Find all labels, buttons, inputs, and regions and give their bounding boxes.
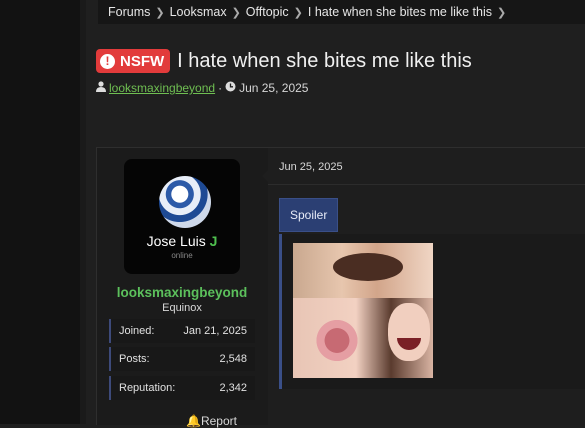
exclamation-icon: ! bbox=[100, 53, 115, 69]
thread-header: ! NSFW I hate when she bites me like thi… bbox=[96, 49, 472, 73]
user-panel: Jose Luis J online looksmaxingbeyond Equ… bbox=[97, 148, 267, 425]
sidebar-gutter bbox=[80, 0, 86, 424]
stat-value: 2,548 bbox=[219, 353, 247, 365]
avatar-status: online bbox=[171, 251, 193, 260]
avatar-name-text: Jose Luis bbox=[146, 233, 206, 249]
left-sidebar bbox=[0, 0, 80, 424]
breadcrumb-forums[interactable]: Forums bbox=[108, 5, 150, 19]
divider bbox=[268, 184, 585, 185]
nsfw-label: NSFW bbox=[120, 52, 165, 70]
spoiler-content bbox=[279, 234, 585, 389]
breadcrumb: Forums ❯ Looksmax ❯ Offtopic ❯ I hate wh… bbox=[98, 0, 585, 24]
stat-reputation: Reputation: 2,342 bbox=[109, 376, 255, 400]
avatar[interactable]: Jose Luis J online bbox=[124, 159, 240, 274]
stat-value: 2,342 bbox=[219, 382, 247, 394]
breadcrumb-offtopic[interactable]: Offtopic bbox=[246, 5, 289, 19]
stat-label: Reputation: bbox=[119, 382, 176, 394]
avatar-tag: J bbox=[209, 233, 218, 249]
post-date[interactable]: Jun 25, 2025 bbox=[279, 161, 343, 173]
breadcrumb-looksmax[interactable]: Looksmax bbox=[170, 5, 227, 19]
thread-date[interactable]: Jun 25, 2025 bbox=[239, 81, 308, 95]
chevron-right-icon: ❯ bbox=[293, 6, 303, 19]
thread-meta: looksmaxingbeyond · Jun 25, 2025 bbox=[96, 81, 308, 95]
user-title: Equinox bbox=[162, 302, 202, 314]
bell-icon: 🔔 bbox=[186, 414, 201, 428]
stat-label: Joined: bbox=[119, 325, 155, 337]
avatar-name: Jose Luis J bbox=[124, 233, 240, 249]
report-link[interactable]: 🔔Report bbox=[186, 414, 237, 428]
chevron-right-icon: ❯ bbox=[497, 6, 507, 19]
post: Jose Luis J online looksmaxingbeyond Equ… bbox=[96, 147, 585, 425]
meta-separator: · bbox=[218, 81, 223, 95]
stat-posts: Posts: 2,548 bbox=[109, 347, 255, 371]
message-body: Jun 25, 2025 Spoiler bbox=[268, 148, 585, 425]
username-link[interactable]: looksmaxingbeyond bbox=[97, 285, 267, 300]
stat-value: Jan 21, 2025 bbox=[183, 325, 247, 337]
chevron-right-icon: ❯ bbox=[231, 6, 241, 19]
breadcrumb-thread[interactable]: I hate when she bites me like this bbox=[308, 5, 492, 19]
stat-joined: Joined: Jan 21, 2025 bbox=[109, 319, 255, 343]
clock-icon bbox=[225, 81, 236, 95]
user-icon bbox=[96, 81, 106, 95]
stat-label: Posts: bbox=[119, 353, 150, 365]
spoiler-button[interactable]: Spoiler bbox=[279, 198, 339, 232]
report-label: Report bbox=[200, 414, 237, 428]
chevron-right-icon: ❯ bbox=[155, 6, 165, 19]
thread-author-link[interactable]: looksmaxingbeyond bbox=[109, 81, 215, 95]
post-image[interactable] bbox=[293, 243, 433, 378]
page-title: I hate when she bites me like this bbox=[177, 49, 472, 72]
avatar-image bbox=[159, 176, 211, 228]
nsfw-badge[interactable]: ! NSFW bbox=[96, 49, 171, 73]
